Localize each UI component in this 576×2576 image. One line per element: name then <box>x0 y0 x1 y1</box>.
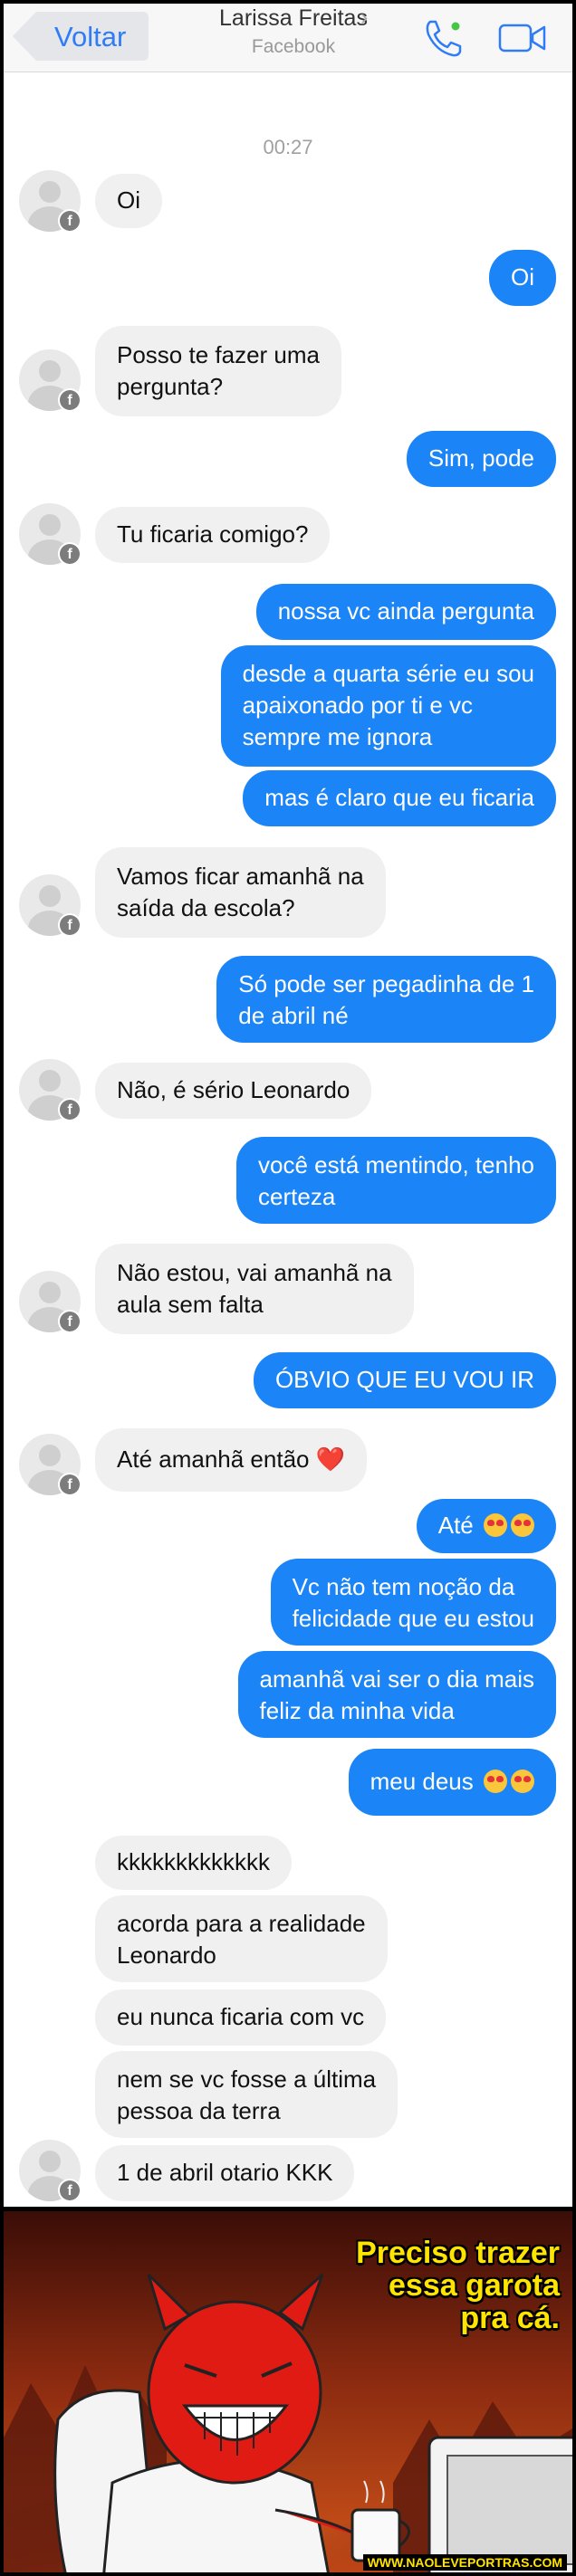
message-bubble-outgoing[interactable]: meu deus <box>348 1749 556 1816</box>
heart-eyes-emoji-icon <box>511 1770 534 1793</box>
message-bubble-outgoing[interactable]: amanhã vai ser o dia mais feliz da minha… <box>237 1651 556 1738</box>
message-bubble-incoming[interactable]: nem se vc fosse a última pessoa da terra <box>95 2051 398 2138</box>
message-bubble-outgoing[interactable]: mas é claro que eu ficaria <box>243 770 556 826</box>
contact-source: Facebook <box>251 36 336 57</box>
message-bubble-incoming[interactable]: Posso te fazer uma pergunta? <box>95 326 341 416</box>
message-bubble-incoming[interactable]: Oi <box>95 174 162 228</box>
back-arrow-icon <box>13 12 36 61</box>
message-bubble-incoming[interactable]: kkkkkkkkkkkkk <box>95 1836 292 1890</box>
timestamp: 00:27 <box>263 136 313 158</box>
facebook-badge-icon: f <box>58 1473 82 1496</box>
phone-icon[interactable] <box>423 18 465 58</box>
site-watermark: WWW.NAOLEVEPORTRAS.COM <box>362 2554 567 2571</box>
back-button[interactable]: Voltar <box>13 12 149 61</box>
message-bubble-outgoing[interactable]: você está mentindo, tenho certeza <box>236 1137 556 1224</box>
comic-caption: Preciso trazer essa garota pra cá. <box>356 2236 560 2335</box>
message-bubble-outgoing[interactable]: Só pode ser pegadinha de 1 de abril né <box>216 956 556 1043</box>
message-bubble-outgoing[interactable]: nossa vc ainda pergunta <box>255 584 556 640</box>
message-bubble-incoming[interactable]: Até amanhã então ❤️ <box>95 1428 368 1492</box>
message-bubble-outgoing[interactable]: desde a quarta série eu sou apaixonado p… <box>220 645 556 767</box>
facebook-badge-icon: f <box>58 1098 82 1121</box>
message-bubble-incoming[interactable]: Vamos ficar amanhã na saída da escola? <box>95 847 386 938</box>
chat-header: Voltar Larissa Freitas › Facebook <box>4 4 572 72</box>
message-bubble-outgoing[interactable]: Sim, pode <box>406 431 556 487</box>
message-bubble-outgoing[interactable]: ÓBVIO QUE EU VOU IR <box>253 1352 556 1408</box>
contact-name: Larissa Freitas <box>219 5 368 31</box>
heart-eyes-emoji-icon <box>484 1513 507 1537</box>
facebook-badge-icon: f <box>58 209 82 233</box>
meme-comic-panel: Preciso trazer essa garota pra cá. WWW.N… <box>4 2207 572 2572</box>
video-camera-icon[interactable] <box>498 23 547 53</box>
heart-eyes-emoji-icon <box>484 1770 507 1793</box>
facebook-badge-icon: f <box>58 388 82 412</box>
message-bubble-outgoing[interactable]: Oi <box>489 250 556 306</box>
red-heart-emoji-icon: ❤️ <box>315 1445 346 1473</box>
heart-eyes-emoji-icon <box>511 1513 534 1537</box>
message-bubble-outgoing[interactable]: Vc não tem noção da felicidade que eu es… <box>270 1559 556 1646</box>
chevron-right-icon: › <box>360 5 369 30</box>
message-bubble-incoming[interactable]: eu nunca ficaria com vc <box>95 1989 387 2046</box>
message-bubble-incoming[interactable]: acorda para a realidade Leonardo <box>95 1895 388 1982</box>
facebook-badge-icon: f <box>58 1310 82 1333</box>
facebook-badge-icon: f <box>58 913 82 937</box>
facebook-badge-icon: f <box>58 542 82 566</box>
message-bubble-incoming[interactable]: Tu ficaria comigo? <box>95 507 331 563</box>
screenshot-frame: Voltar Larissa Freitas › Facebook 00:27 … <box>0 0 576 2576</box>
message-bubble-incoming[interactable]: Não, é sério Leonardo <box>95 1063 372 1119</box>
message-bubble-incoming[interactable]: 1 de abril otario KKK <box>95 2145 355 2201</box>
message-bubble-incoming[interactable]: Não estou, vai amanhã na aula sem falta <box>95 1244 414 1334</box>
message-bubble-outgoing[interactable]: Até <box>416 1499 556 1553</box>
back-label: Voltar <box>54 21 127 52</box>
facebook-badge-icon: f <box>58 2179 82 2202</box>
